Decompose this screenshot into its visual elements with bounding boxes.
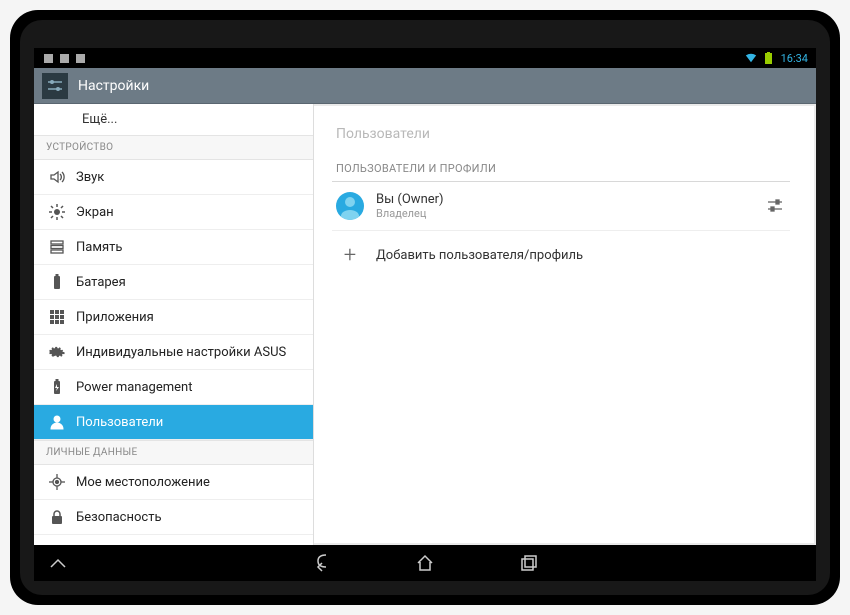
sidebar-item-label: Безопасность [76, 510, 162, 525]
sidebar-item-power[interactable]: Power management [34, 370, 313, 405]
status-left [42, 52, 86, 64]
user-settings-button[interactable] [764, 195, 786, 217]
sidebar-item-label: Приложения [76, 310, 154, 325]
tablet-frame: 16:34 Настройки Ещ [10, 10, 840, 605]
notif-icon-3 [74, 52, 86, 64]
sidebar-item-display[interactable]: Экран [34, 195, 313, 230]
sidebar-item-users[interactable]: Пользователи [34, 405, 313, 440]
nav-recents-button[interactable] [517, 551, 541, 575]
sidebar-item-label: Память [76, 240, 122, 255]
screen: 16:34 Настройки Ещ [34, 48, 816, 581]
plus-icon: + [336, 241, 364, 269]
navigation-bar [34, 545, 816, 581]
sidebar-item-location[interactable]: Мое местоположение [34, 465, 313, 500]
sidebar-item-security[interactable]: Безопасность [34, 500, 313, 535]
action-bar: Настройки [34, 68, 816, 104]
battery-icon [763, 52, 775, 64]
sidebar-item-battery[interactable]: Батарея [34, 265, 313, 300]
body: Ещё... УСТРОЙСТВО Звук Экран [34, 104, 816, 545]
content-section-header: ПОЛЬЗОВАТЕЛИ И ПРОФИЛИ [332, 156, 790, 182]
add-user-row[interactable]: + Добавить пользователя/профиль [332, 231, 790, 279]
nav-home-button[interactable] [413, 551, 437, 575]
sidebar-section-personal: ЛИЧНЫЕ ДАННЫЕ [34, 440, 313, 465]
sidebar-item-label: Пользователи [76, 415, 163, 430]
lock-icon [48, 508, 66, 526]
nav-back-button[interactable] [309, 551, 333, 575]
location-icon [48, 473, 66, 491]
sidebar-item-label: Индивидуальные настройки ASUS [76, 345, 286, 360]
sidebar-item-label: Батарея [76, 275, 126, 290]
storage-icon [48, 238, 66, 256]
sidebar-item-label: Power management [76, 380, 192, 395]
status-bar: 16:34 [34, 48, 816, 68]
avatar [336, 192, 364, 220]
clock: 16:34 [781, 52, 808, 65]
display-icon [48, 203, 66, 221]
user-row-owner[interactable]: Вы (Owner) Владелец [332, 182, 790, 231]
sidebar[interactable]: Ещё... УСТРОЙСТВО Звук Экран [34, 104, 314, 545]
sidebar-more[interactable]: Ещё... [34, 104, 313, 135]
content-title: Пользователи [332, 120, 790, 156]
power-icon [48, 378, 66, 396]
sidebar-section-device: УСТРОЙСТВО [34, 135, 313, 160]
status-right: 16:34 [745, 52, 808, 65]
content-panel: Пользователи ПОЛЬЗОВАТЕЛИ И ПРОФИЛИ Вы (… [314, 106, 814, 543]
sound-icon [48, 168, 66, 186]
gear-icon [48, 343, 66, 361]
users-icon [48, 413, 66, 431]
user-name: Вы (Owner) [376, 192, 752, 207]
sidebar-item-storage[interactable]: Память [34, 230, 313, 265]
sidebar-item-label: Мое местоположение [76, 475, 210, 490]
settings-app-icon [42, 73, 68, 99]
action-bar-title: Настройки [78, 78, 149, 94]
add-user-text: Добавить пользователя/профиль [376, 248, 786, 263]
battery-icon [48, 273, 66, 291]
sidebar-item-sound[interactable]: Звук [34, 160, 313, 195]
sidebar-item-label: Звук [76, 170, 104, 185]
user-role: Владелец [376, 207, 752, 220]
add-user-label: Добавить пользователя/профиль [376, 248, 786, 263]
sidebar-item-language[interactable]: A Язык и ввод [34, 535, 313, 545]
user-row-text: Вы (Owner) Владелец [376, 192, 752, 220]
wifi-icon [745, 52, 757, 64]
sidebar-item-apps[interactable]: Приложения [34, 300, 313, 335]
sidebar-item-asus[interactable]: Индивидуальные настройки ASUS [34, 335, 313, 370]
tablet-bezel: 16:34 Настройки Ещ [20, 20, 830, 595]
notif-icon-2 [58, 52, 70, 64]
nav-recent-left-icon[interactable] [46, 551, 70, 575]
sidebar-item-label: Экран [76, 205, 114, 220]
notif-icon-1 [42, 52, 54, 64]
apps-icon [48, 308, 66, 326]
